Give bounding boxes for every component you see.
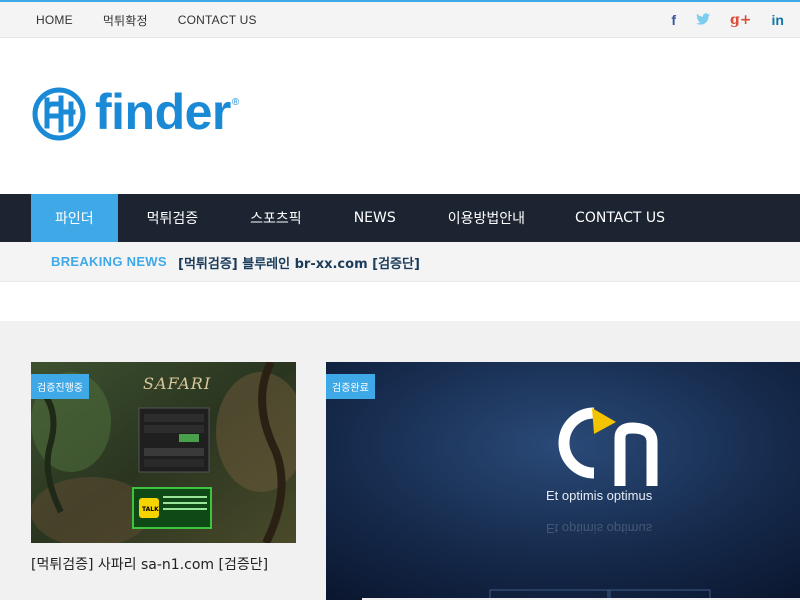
content-area: SAFARI TALK 검증진행중 [먹튀검증] 사파리 sa-n1.com [… [0, 321, 800, 600]
finder-logo-icon [32, 87, 86, 141]
post-card-safari-image[interactable]: SAFARI TALK 검증진행중 [31, 362, 296, 543]
top-bar: HOME 먹튀확정 CONTACT US f g+ in [0, 0, 800, 38]
post-card-on-image[interactable]: Et optimis optimus Et optimis optimus 검증… [326, 362, 800, 600]
svg-text:Et optimis optimus: Et optimis optimus [546, 521, 653, 536]
nav-item-usage-guide[interactable]: 이용방법안내 [422, 194, 551, 242]
top-links: HOME 먹튀확정 CONTACT US [36, 2, 257, 38]
card-status-badge[interactable]: 검증진행중 [31, 374, 89, 399]
main-nav: 파인더 먹튀검증 스포츠픽 NEWS 이용방법안내 CONTACT US [0, 194, 800, 242]
top-link-contact-us[interactable]: CONTACT US [178, 13, 257, 27]
svg-text:TALK: TALK [142, 506, 159, 513]
top-link-home[interactable]: HOME [36, 13, 73, 27]
site-logo[interactable]: finder ® [31, 86, 239, 142]
facebook-icon[interactable]: f [671, 12, 676, 28]
card-status-badge[interactable]: 검증완료 [326, 374, 375, 399]
social-links: f g+ in [671, 2, 784, 38]
nav-item-finder[interactable]: 파인더 [31, 194, 118, 242]
google-plus-icon[interactable]: g+ [730, 12, 752, 28]
svg-text:Et optimis optimus: Et optimis optimus [546, 488, 653, 503]
twitter-icon[interactable] [696, 12, 711, 28]
svg-text:SAFARI: SAFARI [143, 374, 211, 393]
breaking-news-headline[interactable]: [먹튀검증] 블루레인 br-xx.com [검증단] [178, 253, 420, 272]
logo-wordmark: finder [95, 84, 231, 140]
top-link-scam-confirmed[interactable]: 먹튀확정 [103, 12, 148, 29]
registered-mark: ® [231, 96, 240, 108]
nav-item-scam-verification[interactable]: 먹튀검증 [118, 194, 225, 242]
breaking-news-bar: BREAKING NEWS [먹튀검증] 블루레인 br-xx.com [검증단… [0, 242, 800, 282]
nav-item-sports-pick[interactable]: 스포츠픽 [224, 194, 328, 242]
nav-item-contact-us[interactable]: CONTACT US [551, 194, 689, 242]
on-thumbnail: Et optimis optimus Et optimis optimus [326, 362, 800, 600]
post-title-safari[interactable]: [먹튀검증] 사파리 sa-n1.com [검증단] [31, 554, 268, 574]
header: finder ® [0, 38, 800, 194]
linkedin-icon[interactable]: in [772, 12, 784, 28]
breaking-news-label: BREAKING NEWS [51, 254, 167, 269]
nav-item-news[interactable]: NEWS [328, 194, 422, 242]
